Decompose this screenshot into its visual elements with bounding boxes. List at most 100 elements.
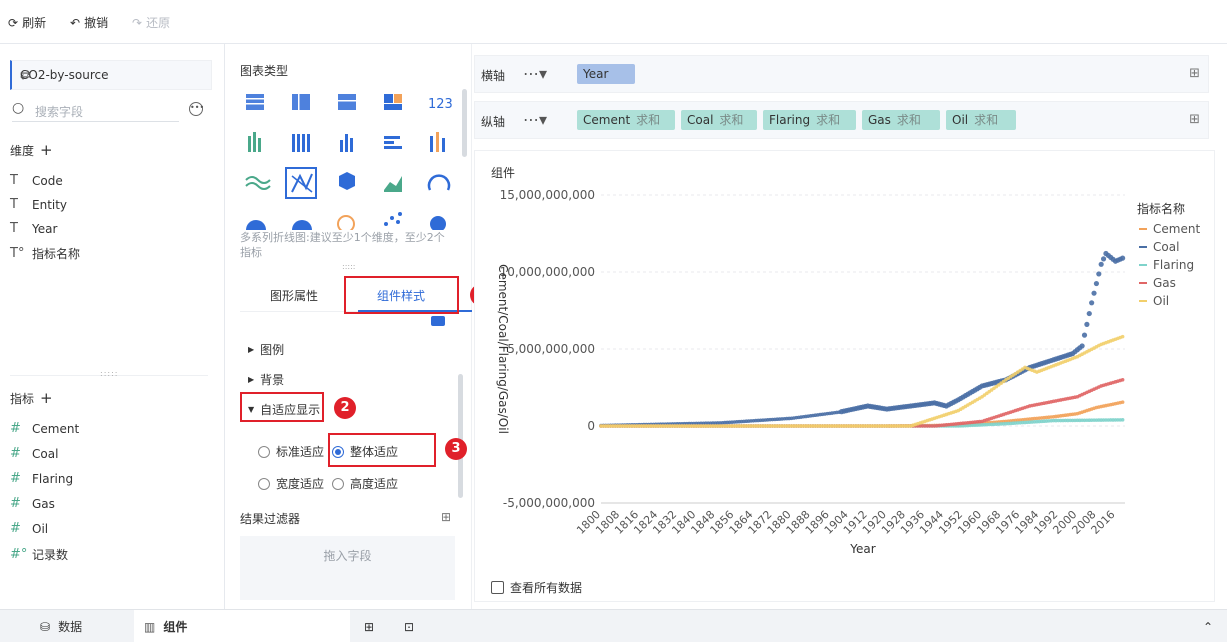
number-type-icon: #	[10, 496, 21, 511]
measure-field[interactable]: # Coal	[10, 446, 58, 461]
legend-item: Gas	[1153, 276, 1176, 290]
y-axis-label: 纵轴	[481, 115, 506, 129]
tree-item-background[interactable]: ▶ 背景	[248, 371, 284, 388]
axis-type-icon[interactable]: ⋯▾	[523, 64, 547, 83]
collapse-button[interactable]: ⌃	[1203, 610, 1213, 643]
line-chart[interactable]: 15,000,000,000 10,000,000,000 5,000,000,00…	[475, 181, 1214, 561]
dimension-field[interactable]: T Code	[10, 173, 63, 188]
field-search[interactable]: ○ 搜索字段	[12, 100, 179, 122]
y-axis-shelf[interactable]: 纵轴 ⋯▾ Cement 求和 Coal 求和 Flaring 求和 Gas 求和 Oi…	[474, 101, 1209, 139]
database-icon: ⛁	[40, 619, 51, 634]
stacked-bar-icon[interactable]	[292, 134, 310, 152]
x-field-pill[interactable]: Year	[577, 64, 635, 84]
map-chart-icon[interactable]	[339, 172, 355, 190]
measure-field[interactable]: # Flaring	[10, 471, 73, 486]
pie-chart-icon[interactable]	[246, 220, 266, 230]
undo-button[interactable]: ↶ 撤销	[70, 14, 108, 31]
y-tick-label: 10,000,000,000	[500, 265, 595, 279]
column-chart-icon[interactable]	[340, 134, 353, 152]
number-type-icon: #°	[10, 547, 28, 562]
chart-type-grid: 123	[245, 94, 453, 230]
radio-height-fit[interactable]: 高度适应	[332, 475, 398, 492]
crosstab-icon[interactable]	[292, 94, 310, 110]
bottom-bar: ⛁ 数据 ▥ 组件 ⊞ ⊡ ⌃	[0, 609, 1227, 643]
detail-table-icon[interactable]	[338, 94, 356, 110]
config-panel: 图表类型 123 多系列折线图:建议至少1个维度，至少2个指标 ::::: 图形…	[226, 44, 492, 609]
datasource-selector[interactable]: CO2-by-source ⇄	[10, 60, 212, 90]
dimension-field[interactable]: T Year	[10, 221, 57, 236]
filter-drop-zone[interactable]: 拖入字段	[240, 536, 455, 600]
data-point	[1084, 321, 1090, 327]
style-scrollbar[interactable]	[458, 374, 463, 498]
tree-item-legend[interactable]: ▶ 图例	[248, 341, 284, 358]
range-bar-icon[interactable]	[430, 132, 445, 152]
lock-icon[interactable]: ⊞	[1189, 112, 1200, 127]
horizontal-bar-icon[interactable]	[384, 136, 402, 149]
lock-icon[interactable]: ⊞	[1189, 66, 1200, 81]
gauge-icon[interactable]	[427, 174, 451, 191]
sunburst-icon[interactable]	[337, 215, 355, 230]
data-point	[1091, 290, 1097, 296]
area-chart-icon[interactable]	[384, 176, 402, 192]
checkbox[interactable]	[491, 581, 504, 594]
dimension-field[interactable]: T° 指标名称	[10, 245, 80, 262]
tab-data[interactable]: ⛁ 数据	[40, 610, 82, 643]
cropped-tree-item	[240, 316, 440, 326]
bubble-chart-icon[interactable]	[430, 216, 446, 230]
add-dashboard-button[interactable]: ⊡	[404, 610, 414, 643]
tab-graph-properties[interactable]: 图形属性	[270, 287, 318, 304]
bar-group-icon[interactable]	[248, 132, 261, 152]
redo-button[interactable]: ↷ 还原	[132, 14, 170, 31]
y-field-pill[interactable]: Gas 求和	[862, 110, 940, 130]
chart-component: 组件 15,000,000,000 10,000,000,000 5,000,000…	[474, 150, 1215, 602]
radio-standard-fit[interactable]: 标准适应	[258, 443, 324, 460]
radio-circle	[258, 477, 270, 490]
y-field-pill[interactable]: Cement 求和	[577, 110, 675, 130]
radio-width-fit[interactable]: 宽度适应	[258, 475, 324, 492]
number-type-icon: #	[10, 446, 21, 461]
add-measure-icon[interactable]: +	[40, 389, 53, 407]
multi-line-icon[interactable]	[245, 176, 271, 190]
add-component-button[interactable]: ⊞	[364, 610, 374, 643]
chart-type-title: 图表类型	[240, 64, 289, 78]
treemap-icon[interactable]	[384, 94, 402, 110]
view-all-data[interactable]: 查看所有数据	[491, 579, 582, 596]
radio-circle	[258, 445, 270, 458]
measure-field[interactable]: # Cement	[10, 421, 79, 436]
caret-right-icon: ▶	[248, 375, 255, 384]
add-dashboard-icon: ⊡	[404, 619, 415, 634]
legend-item: Oil	[1153, 294, 1169, 308]
checkbox-checked[interactable]	[431, 316, 445, 326]
x-axis-shelf[interactable]: 横轴 ⋯▾ Year ⊞	[474, 55, 1209, 93]
x-axis-label: 横轴	[481, 69, 506, 83]
chart-type-hint: 多系列折线图:建议至少1个维度，至少2个指标	[240, 231, 445, 259]
measure-field[interactable]: # Oil	[10, 521, 48, 536]
scatter-icon[interactable]	[384, 212, 402, 226]
data-point	[1081, 332, 1088, 338]
data-point	[1120, 418, 1125, 422]
y-tick-label: -5,000,000,000	[503, 496, 595, 510]
panel-splitter[interactable]: :::::	[100, 369, 118, 378]
switch-datasource-icon[interactable]: ⇄	[20, 68, 203, 83]
measure-field[interactable]: #° 记录数	[10, 546, 68, 563]
lock-icon[interactable]: ⊞	[441, 510, 451, 524]
measure-field[interactable]: # Gas	[10, 496, 55, 511]
dimension-field[interactable]: T Entity	[10, 197, 67, 212]
y-field-pill[interactable]: Flaring 求和	[763, 110, 856, 130]
tab-component[interactable]: ▥ 组件	[134, 610, 350, 643]
refresh-button[interactable]: ⟳ 刷新	[8, 14, 46, 31]
table-chart-icon[interactable]	[246, 94, 264, 110]
kpi-icon[interactable]: 123	[428, 97, 453, 112]
data-point	[1120, 378, 1125, 382]
rose-chart-icon[interactable]	[292, 220, 312, 230]
toolbar: ⟳ 刷新 ↶ 撤销 ↷ 还原	[0, 0, 1227, 44]
data-point	[1079, 343, 1085, 349]
y-field-pill[interactable]: Coal 求和	[681, 110, 757, 130]
y-field-pill[interactable]: Oil 求和	[946, 110, 1016, 130]
chart-type-scrollbar[interactable]	[462, 89, 467, 157]
panel-splitter[interactable]: :::::	[342, 262, 355, 271]
measures-title: 指标 +	[10, 389, 53, 407]
more-icon[interactable]: •••	[189, 102, 204, 116]
add-dimension-icon[interactable]: +	[40, 141, 53, 159]
axis-type-icon[interactable]: ⋯▾	[523, 110, 547, 129]
